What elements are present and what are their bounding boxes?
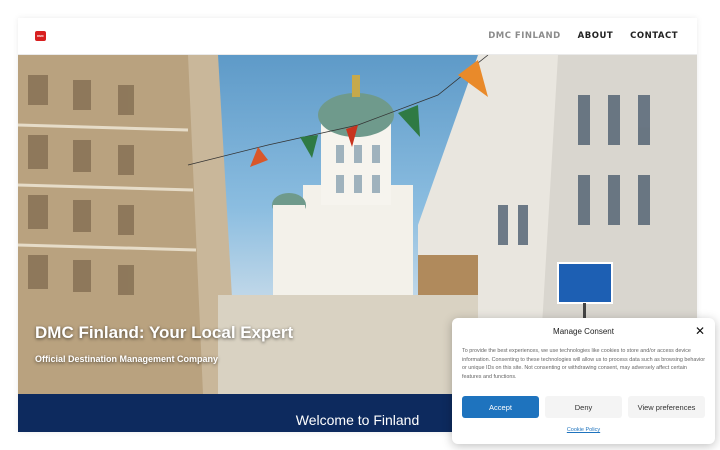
nav-contact[interactable]: CONTACT: [630, 31, 678, 41]
consent-title: Manage Consent: [553, 327, 614, 336]
cookie-policy-link[interactable]: Cookie Policy: [452, 427, 715, 433]
close-icon[interactable]: ✕: [695, 324, 705, 338]
site-header: DMC DMC FINLAND ABOUT CONTACT: [18, 18, 697, 55]
logo-text: DMC: [37, 34, 44, 38]
site-logo[interactable]: DMC: [35, 31, 46, 41]
accept-button[interactable]: Accept: [462, 396, 539, 418]
nav-dmc-finland[interactable]: DMC FINLAND: [488, 31, 560, 41]
hero-subtitle: Official Destination Management Company: [35, 354, 219, 364]
cookie-consent-dialog: Manage Consent ✕ To provide the best exp…: [452, 318, 715, 444]
hero-title: DMC Finland: Your Local Expert: [35, 323, 294, 342]
main-nav: DMC FINLAND ABOUT CONTACT: [488, 31, 678, 41]
view-preferences-button[interactable]: View preferences: [628, 396, 705, 418]
deny-button[interactable]: Deny: [545, 396, 622, 418]
nav-about[interactable]: ABOUT: [578, 31, 613, 41]
consent-body: To provide the best experiences, we use …: [462, 348, 706, 380]
